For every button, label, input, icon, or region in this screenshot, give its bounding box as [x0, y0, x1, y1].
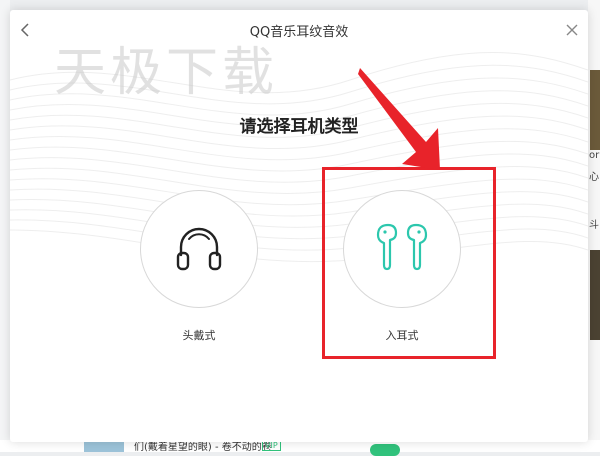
close-button[interactable]	[562, 20, 582, 40]
close-icon	[566, 24, 578, 36]
ear-print-dialog: QQ音乐耳纹音效 天极下载 请选择耳机类型 头戴式 入耳式	[10, 10, 588, 442]
red-arrow-annotation	[358, 68, 440, 170]
over-ear-option[interactable]: 头戴式	[140, 190, 260, 360]
choose-headphone-type-heading: 请选择耳机类型	[239, 117, 359, 137]
headphones-icon	[176, 227, 222, 271]
watermark-text: 天极下载	[54, 43, 279, 103]
selection-highlight-box	[322, 167, 496, 359]
background-text: or	[589, 150, 600, 161]
background-left-strip	[0, 0, 10, 452]
background-thumbnail	[590, 250, 600, 340]
background-thumbnail	[590, 70, 600, 150]
background-text: 心	[589, 172, 599, 183]
background-text: 斗	[589, 220, 599, 231]
over-ear-label: 头戴式	[182, 329, 216, 342]
over-ear-circle[interactable]	[140, 190, 258, 308]
background-green-pill	[370, 444, 400, 456]
